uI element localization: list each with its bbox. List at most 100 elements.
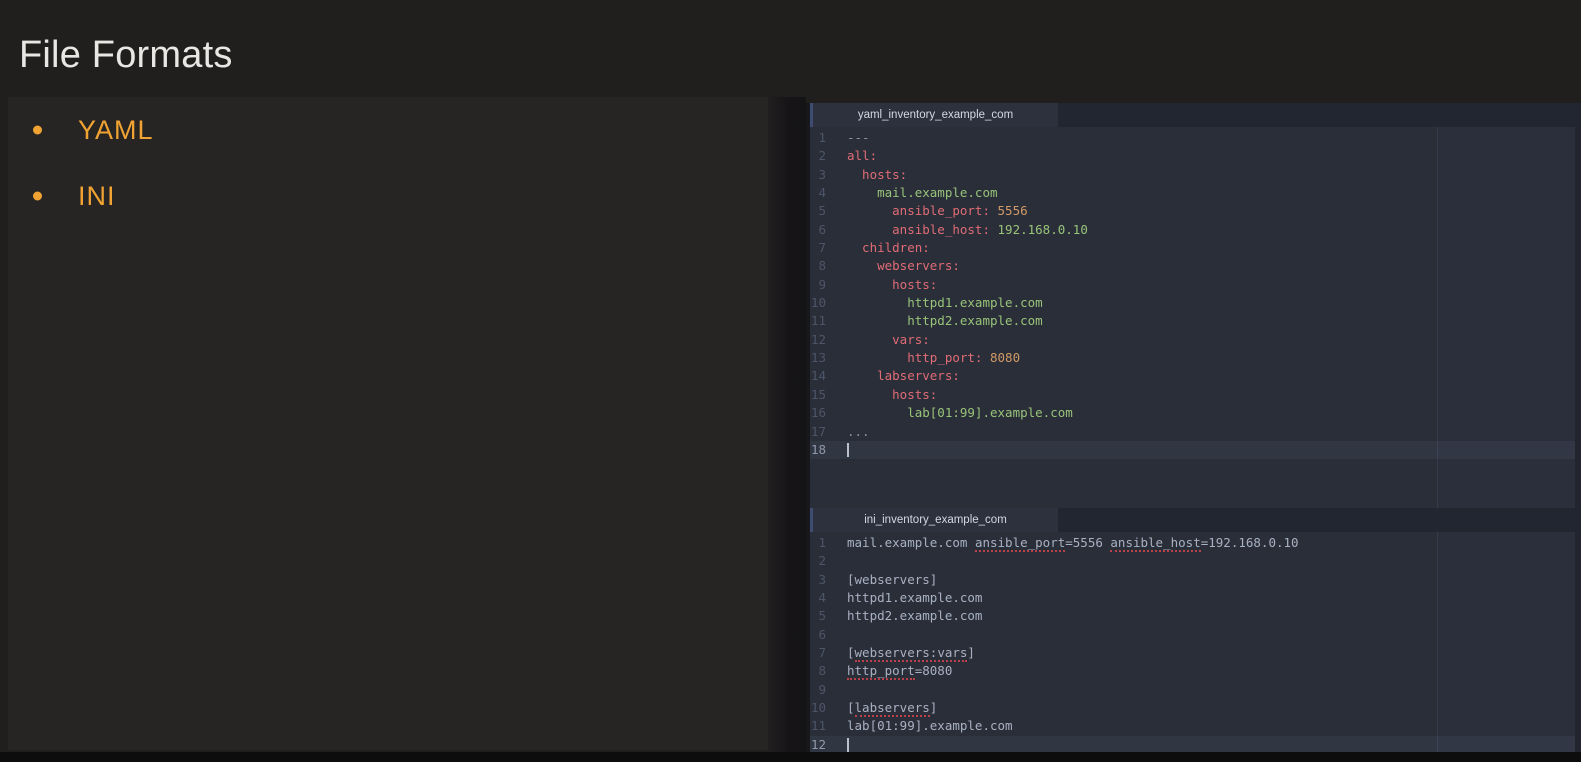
- code-line: 1---: [810, 129, 1581, 147]
- code-text: ---: [826, 129, 870, 147]
- text-cursor: [847, 443, 849, 457]
- code-line: 9 hosts:: [810, 276, 1581, 294]
- code-text: labservers:: [826, 367, 960, 385]
- bullet-item-ini: INI: [8, 178, 768, 214]
- code-line: 7 children:: [810, 239, 1581, 257]
- code-line: 10 httpd1.example.com: [810, 294, 1581, 312]
- code-text: mail.example.com ansible_port=5556 ansib…: [826, 534, 1299, 552]
- ini-tab-bar: ini_inventory_example_com: [810, 508, 1581, 532]
- line-number: 4: [810, 589, 826, 607]
- line-number: 3: [810, 571, 826, 589]
- code-line: 15 hosts:: [810, 386, 1581, 404]
- code-line: 2all:: [810, 147, 1581, 165]
- scrollbar-track[interactable]: [1575, 532, 1581, 752]
- bullet-item-yaml: YAML: [8, 112, 768, 148]
- line-number: 10: [810, 294, 826, 312]
- code-line: 10[labservers]: [810, 699, 1581, 717]
- line-number: 7: [810, 644, 826, 662]
- code-line: 17...: [810, 423, 1581, 441]
- line-number: 18: [810, 441, 826, 459]
- code-line: 2: [810, 552, 1581, 570]
- code-text: ansible_port: 5556: [826, 202, 1028, 220]
- line-number: 6: [810, 221, 826, 239]
- code-line: 6: [810, 626, 1581, 644]
- line-number: 4: [810, 184, 826, 202]
- code-line: 16 lab[01:99].example.com: [810, 404, 1581, 422]
- code-line: 9: [810, 681, 1581, 699]
- code-text: webservers:: [826, 257, 960, 275]
- code-line: 4 mail.example.com: [810, 184, 1581, 202]
- code-text: http_port: 8080: [826, 349, 1020, 367]
- line-number: 9: [810, 681, 826, 699]
- tab-label: yaml_inventory_example_com: [858, 109, 1013, 121]
- code-line: 5httpd2.example.com: [810, 607, 1581, 625]
- code-text: [labservers]: [826, 699, 937, 717]
- bullet-dot-icon: [33, 192, 42, 201]
- line-number: 17: [810, 423, 826, 441]
- text-cursor: [847, 738, 849, 752]
- code-line: 3[webservers]: [810, 571, 1581, 589]
- line-number: 5: [810, 202, 826, 220]
- line-number: 11: [810, 312, 826, 330]
- code-text: lab[01:99].example.com: [826, 717, 1013, 735]
- line-number: 1: [810, 534, 826, 552]
- code-text: mail.example.com: [826, 184, 998, 202]
- code-line: 8http_port=8080: [810, 662, 1581, 680]
- ini-editor-panel: ini_inventory_example_com 1mail.example.…: [806, 508, 1581, 752]
- ini-code-area[interactable]: 1mail.example.com ansible_port=5556 ansi…: [810, 532, 1581, 752]
- code-text: hosts:: [826, 386, 937, 404]
- code-line: 4httpd1.example.com: [810, 589, 1581, 607]
- scrollbar-track[interactable]: [1575, 127, 1581, 508]
- code-lines: 1---2all:3 hosts:4 mail.example.com5 ans…: [810, 129, 1581, 459]
- code-text: hosts:: [826, 276, 937, 294]
- code-text: children:: [826, 239, 930, 257]
- line-number: 5: [810, 607, 826, 625]
- line-number: 14: [810, 367, 826, 385]
- panel-shadow: [768, 97, 806, 762]
- slide: File Formats YAML INI yaml_inventory_exa…: [0, 0, 1581, 762]
- tab-yaml-inventory[interactable]: yaml_inventory_example_com: [813, 103, 1058, 127]
- line-number: 2: [810, 147, 826, 165]
- bullet-item-label: YAML: [78, 115, 154, 145]
- bullet-item-label: INI: [78, 181, 116, 211]
- line-number: 11: [810, 717, 826, 735]
- yaml-editor-panel: yaml_inventory_example_com 1---2all:3 ho…: [806, 103, 1581, 508]
- line-number: 7: [810, 239, 826, 257]
- code-line: 11lab[01:99].example.com: [810, 717, 1581, 735]
- line-number: 13: [810, 349, 826, 367]
- yaml-tab-bar: yaml_inventory_example_com: [810, 103, 1581, 127]
- code-text: lab[01:99].example.com: [826, 404, 1073, 422]
- code-line: 5 ansible_port: 5556: [810, 202, 1581, 220]
- line-number: 12: [810, 331, 826, 349]
- code-text: [webservers]: [826, 571, 937, 589]
- code-text: ansible_host: 192.168.0.10: [826, 221, 1088, 239]
- bullet-dot-icon: [33, 126, 42, 135]
- code-text: httpd1.example.com: [826, 294, 1043, 312]
- bullet-list: YAML INI: [8, 112, 768, 214]
- slide-content-box: YAML INI: [8, 97, 768, 750]
- code-line: 3 hosts:: [810, 166, 1581, 184]
- line-number: 16: [810, 404, 826, 422]
- tab-label: ini_inventory_example_com: [864, 514, 1007, 526]
- line-number: 10: [810, 699, 826, 717]
- code-line: 14 labservers:: [810, 367, 1581, 385]
- code-line: 12 vars:: [810, 331, 1581, 349]
- line-number: 9: [810, 276, 826, 294]
- line-number: 2: [810, 552, 826, 570]
- code-text: httpd1.example.com: [826, 589, 982, 607]
- code-line: 7[webservers:vars]: [810, 644, 1581, 662]
- yaml-code-area[interactable]: 1---2all:3 hosts:4 mail.example.com5 ans…: [810, 127, 1581, 508]
- code-text: httpd2.example.com: [826, 312, 1043, 330]
- line-number: 8: [810, 662, 826, 680]
- code-lines: 1mail.example.com ansible_port=5556 ansi…: [810, 534, 1581, 754]
- code-text: httpd2.example.com: [826, 607, 982, 625]
- code-text: all:: [826, 147, 877, 165]
- code-text: [webservers:vars]: [826, 644, 975, 662]
- line-number: 15: [810, 386, 826, 404]
- line-number: 6: [810, 626, 826, 644]
- slide-bottom-bar: [0, 752, 1581, 762]
- code-line: 13 http_port: 8080: [810, 349, 1581, 367]
- tab-ini-inventory[interactable]: ini_inventory_example_com: [813, 508, 1058, 532]
- code-line: 1mail.example.com ansible_port=5556 ansi…: [810, 534, 1581, 552]
- code-text: hosts:: [826, 166, 907, 184]
